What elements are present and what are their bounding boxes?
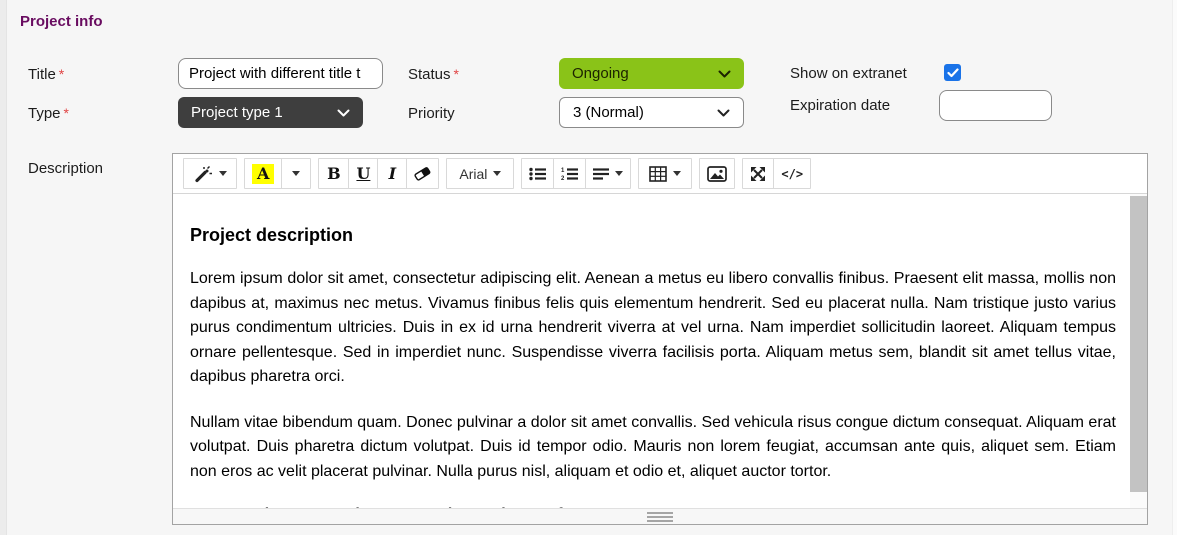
expiration-date-input[interactable] bbox=[939, 90, 1052, 121]
type-label: Type* bbox=[28, 105, 69, 122]
page-title: Project info bbox=[20, 13, 103, 30]
required-asterisk: * bbox=[64, 105, 69, 121]
page-right-edge bbox=[1172, 0, 1177, 535]
show-on-extranet-label: Show on extranet bbox=[790, 65, 907, 82]
caret-down-icon bbox=[292, 171, 300, 176]
type-select[interactable]: Project type 1 bbox=[178, 97, 363, 128]
view-group: </> bbox=[742, 158, 811, 189]
svg-text:2: 2 bbox=[561, 176, 565, 181]
page-left-edge bbox=[0, 0, 7, 535]
font-style-group: B U I bbox=[318, 158, 439, 189]
font-color-letter: A bbox=[252, 164, 274, 184]
description-heading: Project description bbox=[190, 225, 1116, 246]
style-group bbox=[183, 158, 237, 189]
editor-content-area[interactable]: Project description Lorem ipsum dolor si… bbox=[173, 194, 1147, 508]
clear-format-button[interactable] bbox=[406, 159, 438, 188]
caret-down-icon bbox=[615, 171, 623, 176]
description-document: Project description Lorem ipsum dolor si… bbox=[173, 194, 1147, 508]
chevron-down-icon bbox=[337, 109, 350, 117]
status-select-value: Ongoing bbox=[572, 65, 629, 82]
ordered-list-button[interactable]: 1 2 bbox=[553, 159, 585, 188]
table-icon bbox=[649, 166, 667, 182]
editor-toolbar: A B U I bbox=[173, 154, 1147, 194]
description-paragraph: Nullam vitae bibendum quam. Donec pulvin… bbox=[190, 411, 1116, 485]
eraser-icon bbox=[414, 166, 431, 181]
bold-button[interactable]: B bbox=[319, 159, 348, 188]
type-select-value: Project type 1 bbox=[191, 104, 283, 121]
picture-button[interactable] bbox=[700, 159, 734, 188]
description-paragraph: Lorem ipsum dolor sit amet, consectetur … bbox=[190, 267, 1116, 390]
generation-summary: Generated 2 paragraphs, 133 words, 897 b… bbox=[190, 506, 1116, 508]
editor-statusbar[interactable] bbox=[173, 508, 1147, 524]
caret-down-icon bbox=[219, 171, 227, 176]
paragraph-align-icon bbox=[593, 167, 609, 181]
caret-down-icon bbox=[673, 171, 681, 176]
status-label: Status* bbox=[408, 66, 459, 83]
fullscreen-button[interactable] bbox=[743, 159, 773, 188]
style-dropdown-button[interactable] bbox=[184, 159, 236, 188]
font-color-dropdown-button[interactable] bbox=[281, 159, 310, 188]
table-dropdown-button[interactable] bbox=[639, 159, 691, 188]
priority-select-value: 3 (Normal) bbox=[573, 104, 644, 121]
unordered-list-button[interactable] bbox=[522, 159, 553, 188]
picture-icon bbox=[707, 166, 727, 182]
font-name-button[interactable]: Arial bbox=[447, 159, 513, 188]
paragraph-align-button[interactable] bbox=[585, 159, 630, 188]
resize-handle-icon bbox=[647, 512, 673, 522]
title-label: Title* bbox=[28, 66, 64, 83]
scrollbar-thumb[interactable] bbox=[1130, 196, 1147, 492]
font-name-group: Arial bbox=[446, 158, 514, 189]
priority-label: Priority bbox=[408, 105, 455, 122]
code-view-icon: </> bbox=[781, 167, 803, 181]
fullscreen-icon bbox=[750, 166, 766, 182]
caret-down-icon bbox=[493, 171, 501, 176]
editor-scrollbar[interactable] bbox=[1130, 194, 1147, 508]
italic-button[interactable]: I bbox=[377, 159, 406, 188]
table-group bbox=[638, 158, 692, 189]
picture-group bbox=[699, 158, 735, 189]
chevron-down-icon bbox=[717, 109, 730, 117]
description-editor: A B U I bbox=[172, 153, 1148, 525]
svg-text:1: 1 bbox=[561, 168, 565, 174]
list-group: 1 2 bbox=[521, 158, 631, 189]
show-on-extranet-checkbox[interactable] bbox=[944, 64, 961, 81]
code-view-button[interactable]: </> bbox=[773, 159, 810, 188]
underline-button[interactable]: U bbox=[348, 159, 377, 188]
expiration-date-label: Expiration date bbox=[790, 97, 890, 114]
ordered-list-icon: 1 2 bbox=[561, 167, 578, 181]
unordered-list-icon bbox=[529, 167, 546, 181]
chevron-down-icon bbox=[718, 70, 731, 78]
priority-select[interactable]: 3 (Normal) bbox=[559, 97, 744, 128]
description-label: Description bbox=[28, 160, 103, 177]
color-group: A bbox=[244, 158, 311, 189]
required-asterisk: * bbox=[454, 66, 459, 82]
required-asterisk: * bbox=[59, 66, 64, 82]
magic-wand-icon bbox=[194, 165, 213, 183]
title-input[interactable] bbox=[178, 58, 383, 89]
status-select[interactable]: Ongoing bbox=[559, 58, 744, 89]
project-info-page: Project info Title* Type* Status* Priori… bbox=[0, 0, 1177, 535]
check-icon bbox=[947, 68, 959, 78]
font-color-button[interactable]: A bbox=[245, 159, 281, 188]
